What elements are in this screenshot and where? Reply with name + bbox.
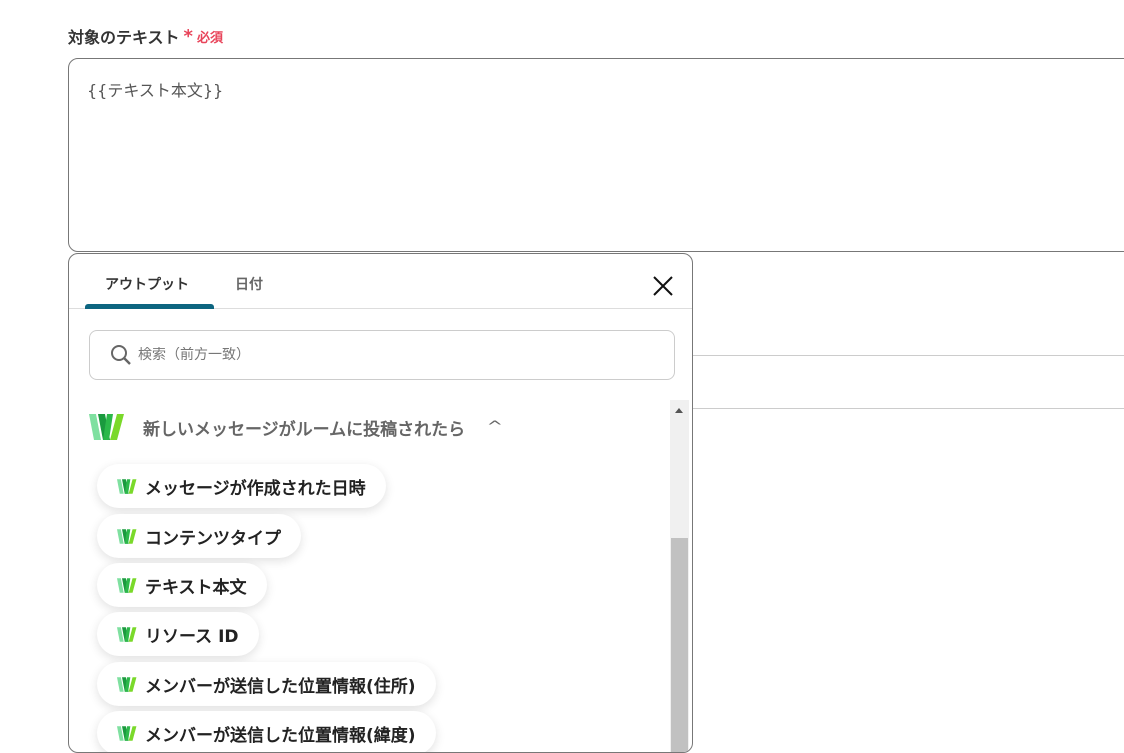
- list-item[interactable]: テキスト本文: [97, 563, 267, 607]
- required-mark: *: [183, 25, 193, 47]
- search-field[interactable]: [89, 330, 675, 380]
- list-item[interactable]: コンテンツタイプ: [97, 514, 301, 558]
- target-text-input[interactable]: {{テキスト本文}}: [68, 58, 1124, 252]
- list-item[interactable]: メンバーが送信した位置情報(住所): [97, 662, 436, 706]
- field-label-text: 対象のテキスト: [68, 28, 180, 47]
- search-input[interactable]: [138, 347, 638, 363]
- list-item[interactable]: メッセージが作成された日時: [97, 464, 386, 508]
- item-label: リソース ID: [145, 626, 239, 647]
- scroll-up-arrow-icon[interactable]: [675, 408, 683, 413]
- divider: [692, 408, 1124, 409]
- item-label: メッセージが作成された日時: [145, 478, 366, 499]
- item-label: メンバーが送信した位置情報(住所): [145, 676, 416, 697]
- w-app-icon: [117, 529, 137, 544]
- list-item[interactable]: メンバーが送信した位置情報(緯度): [97, 711, 436, 752]
- chevron-up-icon[interactable]: ^: [487, 419, 503, 435]
- required-label: 必須: [196, 30, 223, 46]
- item-label: テキスト本文: [145, 577, 247, 598]
- item-label: メンバーが送信した位置情報(緯度): [145, 725, 416, 746]
- active-tab-indicator: [85, 304, 214, 309]
- divider: [692, 355, 1124, 356]
- scrollbar-thumb[interactable]: [671, 538, 688, 752]
- item-label: コンテンツタイプ: [145, 528, 281, 549]
- group-title: 新しいメッセージがルームに投稿されたら: [143, 419, 466, 440]
- group-header[interactable]: 新しいメッセージがルームに投稿されたら ^: [89, 414, 503, 440]
- tab-output[interactable]: アウトプット: [105, 274, 189, 294]
- scrollbar[interactable]: [670, 400, 689, 752]
- search-icon: [111, 345, 131, 365]
- close-icon[interactable]: [651, 274, 675, 298]
- tab-bar: アウトプット 日付: [69, 254, 692, 309]
- w-app-icon: [117, 578, 137, 593]
- field-label: 対象のテキスト * 必須: [68, 24, 223, 48]
- w-app-icon: [117, 726, 137, 741]
- list-item[interactable]: リソース ID: [97, 612, 259, 656]
- w-app-icon: [89, 414, 125, 440]
- w-app-icon: [117, 627, 137, 642]
- w-app-icon: [117, 479, 137, 494]
- tab-date[interactable]: 日付: [235, 274, 263, 294]
- w-app-icon: [117, 677, 137, 692]
- output-picker-popup: アウトプット 日付 新しいメッセージがルームに投稿されたら ^ メッセージが作成…: [68, 253, 693, 753]
